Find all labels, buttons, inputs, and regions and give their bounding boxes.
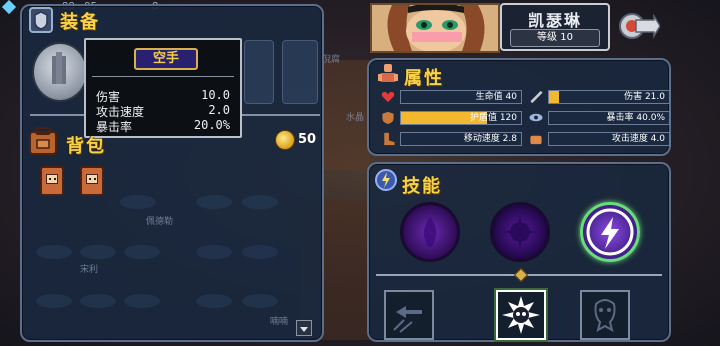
equipment-slot[interactable] — [282, 40, 318, 104]
stat-bar-hp: 生命值 40 — [400, 90, 522, 104]
tooltip-stat-value: 10.0 — [201, 88, 230, 102]
skill-orb-spiked[interactable] — [490, 202, 550, 262]
skull-burst-icon — [502, 296, 540, 334]
hud-gem-icon — [1, 0, 17, 15]
bag-item[interactable] — [80, 166, 104, 196]
hero-level: 等级 10 — [510, 29, 600, 47]
sub-skill-dash[interactable] — [384, 290, 434, 340]
stat-label-damage: 伤害 21.0 — [624, 92, 665, 102]
bag-slot[interactable] — [196, 245, 232, 259]
bag-slot[interactable] — [242, 245, 278, 259]
tooltip-stat-row: 攻击速度 2.0 — [96, 103, 230, 119]
background-npc-label: 宋利 — [80, 265, 99, 275]
hero-portrait — [370, 3, 500, 53]
eye-icon — [529, 113, 543, 122]
bag-slot[interactable] — [196, 195, 232, 209]
equipment-slot[interactable] — [244, 40, 274, 104]
skill-orb-lightning[interactable] — [580, 202, 640, 262]
spiked-orb-icon — [503, 215, 537, 249]
tooltip-stat-row: 伤害 10.0 — [96, 88, 230, 104]
bag-slot[interactable] — [120, 195, 156, 209]
tooltip-stat-value: 2.0 — [208, 103, 230, 117]
back-arrow-icon — [619, 13, 661, 39]
hero-name-box: 凯瑟琳 等级 10 — [500, 3, 610, 51]
background-npc-label: 喃喃 — [270, 317, 289, 327]
arrow-down-icon — [300, 327, 308, 332]
backpack-icon — [29, 127, 57, 155]
boot-icon — [384, 132, 395, 146]
sub-skill-skull-burst[interactable] — [496, 290, 546, 340]
weapon-slot[interactable] — [32, 42, 88, 102]
shield-icon — [382, 111, 394, 125]
dash-icon — [393, 306, 422, 333]
stat-label-hp: 生命值 40 — [475, 92, 517, 102]
lightning-orb-icon — [586, 208, 634, 256]
stat-label-crit: 暴击率 40.0% — [606, 113, 665, 123]
back-button[interactable] — [618, 8, 661, 44]
bag-item[interactable] — [40, 166, 64, 196]
spirit-icon — [594, 299, 616, 333]
fist-icon — [530, 135, 542, 145]
sub-skill-spirit[interactable] — [580, 290, 630, 340]
equipment-title: 装备 — [60, 12, 100, 33]
tooltip-stat-value: 20.0% — [193, 118, 230, 132]
bag-slot[interactable] — [242, 195, 278, 209]
skill-orb-fire[interactable] — [400, 202, 460, 262]
background-npc-label: 倪腐 — [322, 55, 341, 65]
attributes-title: 属性 — [404, 68, 444, 89]
background-npc-label: 水晶 — [346, 113, 365, 123]
bag-title: 背包 — [66, 136, 106, 157]
attributes-header-icon — [378, 64, 398, 82]
bag-slot[interactable] — [124, 294, 160, 308]
stat-bar-fill — [549, 91, 559, 103]
tooltip-divider — [92, 76, 234, 77]
stat-bar-crit: 暴击率 40.0% — [548, 111, 670, 125]
bag-slot[interactable] — [36, 294, 72, 308]
stat-bar-move_speed: 移动速度 2.8 — [400, 132, 522, 146]
bag-scroll-button[interactable] — [296, 320, 312, 336]
background-npc-label: 佩德勒 — [146, 217, 174, 227]
bag-slot[interactable] — [196, 294, 232, 308]
fire-orb-icon — [423, 217, 437, 247]
bag-slot[interactable] — [124, 245, 160, 259]
skills-title: 技能 — [402, 176, 442, 197]
stat-label-attack_speed: 攻击速度 4.0 — [611, 134, 665, 144]
stat-bar-damage: 伤害 21.0 — [548, 90, 670, 104]
tooltip-weapon-name: 空手 — [134, 48, 198, 70]
stat-bar-armor: 护盾值 120 — [400, 111, 522, 125]
bag-slot[interactable] — [80, 294, 116, 308]
stat-bar-attack_speed: 攻击速度 4.0 — [548, 132, 670, 146]
bag-item-face — [86, 174, 98, 184]
skills-header-icon — [375, 169, 397, 191]
equipment-header-icon — [29, 7, 53, 33]
stat-label-move_speed: 移动速度 2.8 — [463, 134, 517, 144]
tooltip-stat-row: 暴击率 20.0% — [96, 118, 230, 134]
hero-face-image — [372, 5, 498, 51]
bag-slot[interactable] — [36, 245, 72, 259]
bag-slot[interactable] — [242, 294, 278, 308]
stat-label-armor: 护盾值 120 — [469, 113, 517, 123]
bag-item-face — [46, 174, 58, 184]
hero-name: 凯瑟琳 — [527, 11, 582, 30]
heart-icon — [381, 91, 395, 103]
bag-slot[interactable] — [80, 245, 116, 259]
coin-count: 50 — [298, 132, 317, 147]
weapon-tooltip: 空手 伤害 10.0 攻击速度 2.0 暴击率 20.0% — [84, 38, 242, 138]
sword-icon — [530, 90, 543, 104]
weapon-glove-icon — [52, 52, 66, 84]
coin-icon — [275, 130, 295, 150]
